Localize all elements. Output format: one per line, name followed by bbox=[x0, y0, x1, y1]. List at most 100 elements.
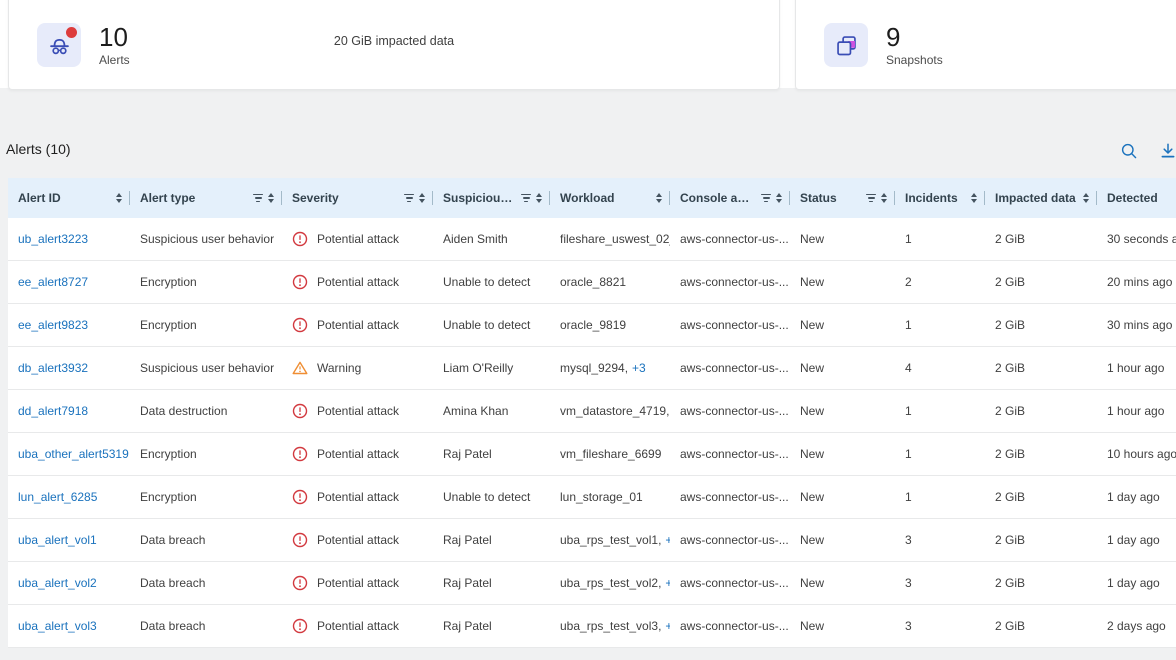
sort-icon[interactable] bbox=[1083, 193, 1089, 203]
column-header-severity[interactable]: Severity bbox=[282, 178, 433, 218]
status-cell: New bbox=[790, 447, 895, 461]
table-row[interactable]: ee_alert8727EncryptionPotential attackUn… bbox=[8, 261, 1176, 304]
table-row[interactable]: db_alert3932Suspicious user behaviorWarn… bbox=[8, 347, 1176, 390]
column-header-incidents[interactable]: Incidents bbox=[895, 178, 985, 218]
incidents-cell: 3 bbox=[895, 533, 985, 547]
column-header-impacted-data[interactable]: Impacted data bbox=[985, 178, 1097, 218]
snapshots-count: 9 bbox=[886, 24, 943, 50]
column-label: Workload bbox=[560, 191, 614, 205]
filter-icon[interactable] bbox=[253, 194, 263, 203]
table-row[interactable]: ee_alert9823 Encryption Potential attack Un… bbox=[8, 304, 1176, 347]
table-row[interactable]: dd_alert7918Data destructionPotential at… bbox=[8, 390, 1176, 433]
alert-id-link[interactable]: lun_alert_6285 bbox=[18, 490, 97, 504]
console-agent-cell: aws-connector-us-... bbox=[670, 576, 790, 590]
status-cell: New bbox=[790, 232, 895, 246]
column-header-console-agent[interactable]: Console agent bbox=[670, 178, 790, 218]
suspicious-user-cell: Unable to detect bbox=[433, 318, 550, 332]
column-header-alert-type[interactable]: Alert type bbox=[130, 178, 282, 218]
alert-type-cell: Suspicious user behavior bbox=[130, 232, 282, 246]
detected-cell: 20 mins ago bbox=[1097, 275, 1176, 289]
table-row[interactable]: uba_alert_vol2Data breachPotential attac… bbox=[8, 562, 1176, 605]
severity-label: Potential attack bbox=[317, 619, 399, 633]
column-header-status[interactable]: Status bbox=[790, 178, 895, 218]
spy-incognito-icon bbox=[37, 23, 81, 67]
workload-cell: oracle_9819 bbox=[550, 318, 670, 332]
incidents-cell: 1 bbox=[895, 404, 985, 418]
status-cell: New bbox=[790, 576, 895, 590]
workload-more-link[interactable]: +3 bbox=[632, 361, 646, 375]
alert-id-cell: lun_alert_6285 bbox=[8, 490, 130, 504]
workload-name: mysql_9294, bbox=[560, 361, 628, 375]
workload-name: uba_rps_test_vol1, bbox=[560, 533, 661, 547]
console-agent-cell: aws-connector-us-... bbox=[670, 447, 790, 461]
table-row[interactable]: uba_other_alert5319EncryptionPotential a… bbox=[8, 433, 1176, 476]
download-icon[interactable] bbox=[1158, 141, 1176, 161]
column-header-workload[interactable]: Workload bbox=[550, 178, 670, 218]
workload-cell: vm_fileshare_6699 bbox=[550, 447, 670, 461]
column-header-alert-id[interactable]: Alert ID bbox=[8, 178, 130, 218]
column-header-icons bbox=[399, 193, 432, 203]
alert-id-link[interactable]: uba_other_alert5319 bbox=[18, 447, 129, 461]
filter-icon[interactable] bbox=[404, 194, 414, 203]
alert-id-link[interactable]: dd_alert7918 bbox=[18, 404, 88, 418]
column-label: Console agent bbox=[680, 191, 756, 205]
severity-label: Potential attack bbox=[317, 275, 399, 289]
sort-icon[interactable] bbox=[268, 193, 274, 203]
table-row[interactable]: uba_alert_vol1Data breachPotential attac… bbox=[8, 519, 1176, 562]
alert-type-cell: Data breach bbox=[130, 619, 282, 633]
snapshots-summary-card: 9 Snapshots bbox=[795, 0, 1176, 90]
severity-cell: Potential attack bbox=[282, 618, 433, 634]
alert-id-link[interactable]: ee_alert9823 bbox=[18, 318, 88, 332]
table-header: Alert ID Alert typeSeverity Suspicious u..… bbox=[8, 178, 1176, 218]
sort-icon[interactable] bbox=[656, 193, 662, 203]
filter-icon[interactable] bbox=[866, 194, 876, 203]
impacted-data-text: 20 GiB impacted data bbox=[334, 34, 454, 48]
filter-icon[interactable] bbox=[521, 194, 531, 203]
impacted-data-cell: 2 GiB bbox=[985, 490, 1097, 504]
sort-icon[interactable] bbox=[776, 193, 782, 203]
status-cell: New bbox=[790, 361, 895, 375]
workload-cell: uba_rps_test_vol2,+2 bbox=[550, 576, 670, 590]
detected-cell: 10 hours ago bbox=[1097, 447, 1176, 461]
sort-icon[interactable] bbox=[536, 193, 542, 203]
alert-type-cell: Encryption bbox=[130, 447, 282, 461]
workload-cell: uba_rps_test_vol3,+2 bbox=[550, 619, 670, 633]
severity-label: Potential attack bbox=[317, 404, 399, 418]
alert-circle-icon bbox=[292, 489, 308, 505]
table-row[interactable]: uba_alert_vol3 Data breach Potential attac… bbox=[8, 605, 1176, 648]
alert-id-link[interactable]: uba_alert_vol1 bbox=[18, 533, 97, 547]
suspicious-user-cell: Amina Khan bbox=[433, 404, 550, 418]
sort-icon[interactable] bbox=[881, 193, 887, 203]
table-row[interactable]: ub_alert3223Suspicious user behaviorPote… bbox=[8, 218, 1176, 261]
column-label: Alert ID bbox=[18, 191, 61, 205]
severity-cell: Potential attack bbox=[282, 446, 433, 462]
snapshots-label: Snapshots bbox=[886, 53, 943, 67]
sort-icon[interactable] bbox=[971, 193, 977, 203]
suspicious-user-cell: Unable to detect bbox=[433, 490, 550, 504]
column-header-suspicious-u[interactable]: Suspicious u... bbox=[433, 178, 550, 218]
detected-cell: 30 mins ago bbox=[1097, 318, 1176, 332]
alert-circle-icon bbox=[292, 274, 308, 290]
alert-id-link[interactable]: ee_alert8727 bbox=[18, 275, 88, 289]
column-label: Suspicious u... bbox=[443, 191, 516, 205]
search-icon[interactable] bbox=[1119, 141, 1139, 161]
alert-type-cell: Suspicious user behavior bbox=[130, 361, 282, 375]
alert-type-cell: Encryption bbox=[130, 318, 282, 332]
severity-cell: Potential attack bbox=[282, 317, 433, 333]
alert-id-link[interactable]: db_alert3932 bbox=[18, 361, 88, 375]
column-header-detected[interactable]: Detected bbox=[1097, 178, 1176, 218]
impacted-data-cell: 2 GiB bbox=[985, 318, 1097, 332]
sort-icon[interactable] bbox=[116, 193, 122, 203]
workload-name: fileshare_uswest_02_3: bbox=[560, 232, 670, 246]
filter-icon[interactable] bbox=[761, 194, 771, 203]
alert-badge-dot bbox=[66, 27, 77, 38]
alert-circle-icon bbox=[292, 446, 308, 462]
alert-id-link[interactable]: uba_alert_vol2 bbox=[18, 576, 97, 590]
alert-id-link[interactable]: uba_alert_vol3 bbox=[18, 619, 97, 633]
alert-id-link[interactable]: ub_alert3223 bbox=[18, 232, 88, 246]
table-row[interactable]: lun_alert_6285EncryptionPotential attack… bbox=[8, 476, 1176, 519]
console-agent-cell: aws-connector-us-... bbox=[670, 404, 790, 418]
incidents-cell: 1 bbox=[895, 318, 985, 332]
severity-label: Potential attack bbox=[317, 318, 399, 332]
sort-icon[interactable] bbox=[419, 193, 425, 203]
